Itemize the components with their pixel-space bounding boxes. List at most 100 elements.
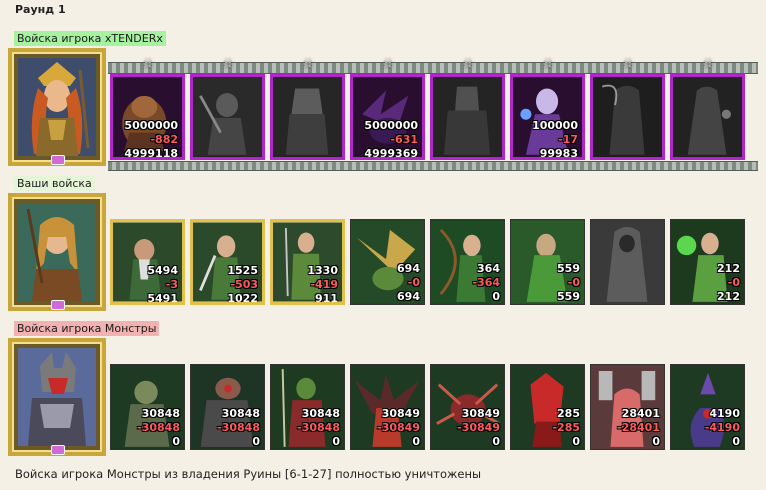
unit-count: 212: [717, 262, 740, 275]
unit-slot[interactable]: 5000000 -631 4999369: [350, 74, 425, 160]
unit-count: 30848: [301, 407, 340, 420]
unit-remaining: 0: [412, 435, 420, 448]
unit-remaining: 911: [315, 292, 338, 305]
rail-top: [108, 62, 758, 74]
unit-loss: -285: [552, 421, 580, 434]
army-row-monsters: 30848 -30848 0 30848 -30848 0 30848 -308…: [8, 338, 758, 463]
unit-loss: -0: [407, 276, 420, 289]
unit-loss: -30848: [297, 421, 340, 434]
skull-icon: ☠: [702, 57, 714, 72]
unit-remaining: 212: [717, 290, 740, 303]
unit-remaining: 0: [332, 435, 340, 448]
unit-slot[interactable]: 4190 -4190 0: [670, 364, 745, 450]
unit-count: 1330: [307, 264, 338, 277]
unit-loss: -4190: [704, 421, 740, 434]
unit-remaining: 0: [572, 435, 580, 448]
unit-remaining: 0: [732, 435, 740, 448]
unit-remaining: 0: [172, 435, 180, 448]
army-row-enemy: ☠ ☠ ☠ ☠ ☠ ☠ ☠ ☠ 5000000 -882 4999118 500…: [8, 48, 758, 173]
unit-slot[interactable]: [670, 74, 745, 160]
skull-icon: ☠: [142, 57, 154, 72]
unit-remaining: 694: [397, 290, 420, 303]
unit-remaining: 0: [492, 435, 500, 448]
unit-loss: -30849: [377, 421, 420, 434]
unit-count: 30848: [141, 407, 180, 420]
unit-slot[interactable]: [590, 74, 665, 160]
skull-icon: ☠: [382, 57, 394, 72]
unit-slot[interactable]: 212 -0 212: [670, 219, 745, 305]
battle-result-text: Войска игрока Монстры из владения Руины …: [15, 467, 482, 481]
unit-slot[interactable]: 30848 -30848 0: [190, 364, 265, 450]
unit-slot[interactable]: [590, 219, 665, 305]
hooded-mage-unit-icon: [673, 77, 742, 157]
hero-portrait[interactable]: [8, 338, 106, 456]
unit-count: 5000000: [364, 119, 418, 132]
unit-count: 1525: [227, 264, 258, 277]
unit-count: 5494: [147, 264, 178, 277]
unit-remaining: 5491: [147, 292, 178, 305]
unit-count: 30848: [221, 407, 260, 420]
unit-slot[interactable]: 30849 -30849 0: [350, 364, 425, 450]
skull-icon: ☠: [542, 57, 554, 72]
unit-slot[interactable]: [190, 74, 265, 160]
unit-loss: -30848: [137, 421, 180, 434]
unit-count: 30849: [461, 407, 500, 420]
unit-slot[interactable]: 694 -0 694: [350, 219, 425, 305]
armored-knight-unit-icon: [433, 77, 502, 157]
unit-count: 28401: [621, 407, 660, 420]
hero-portrait[interactable]: [8, 48, 106, 166]
army-label-enemy: Войска игрока xTENDERx: [14, 31, 166, 46]
unit-loss: -882: [150, 133, 178, 146]
unit-remaining: 1022: [227, 292, 258, 305]
unit-loss: -30849: [457, 421, 500, 434]
unit-slot[interactable]: 30848 -30848 0: [110, 364, 185, 450]
unit-count: 100000: [532, 119, 578, 132]
unit-loss: -364: [472, 276, 500, 289]
unit-loss: -631: [390, 133, 418, 146]
unit-loss: -0: [727, 276, 740, 289]
hero-portrait[interactable]: [8, 193, 106, 311]
unit-slot[interactable]: 5000000 -882 4999118: [110, 74, 185, 160]
werewolf-hero-portrait-icon: [18, 348, 96, 446]
unit-slot[interactable]: [430, 74, 505, 160]
unit-slot[interactable]: [270, 74, 345, 160]
unit-loss: -503: [230, 278, 258, 291]
portrait-gem: [51, 300, 65, 310]
unit-slot[interactable]: 285 -285 0: [510, 364, 585, 450]
unit-remaining: 559: [557, 290, 580, 303]
unit-slot[interactable]: 1525 -503 1022: [190, 219, 265, 305]
army-label-monsters: Войска игрока Монстры: [14, 321, 160, 336]
unit-count: 285: [557, 407, 580, 420]
unit-slot[interactable]: 28401 -28401 0: [590, 364, 665, 450]
unit-slot[interactable]: 30848 -30848 0: [270, 364, 345, 450]
unit-remaining: 4999118: [124, 147, 178, 160]
unit-slot[interactable]: 559 -0 559: [510, 219, 585, 305]
unit-loss: -30848: [217, 421, 260, 434]
unit-slot[interactable]: 30849 -30849 0: [430, 364, 505, 450]
unit-count: 694: [397, 262, 420, 275]
unit-loss: -28401: [617, 421, 660, 434]
unit-remaining: 0: [252, 435, 260, 448]
portrait-gem: [51, 445, 65, 455]
unit-slot[interactable]: 5494 -3 5491: [110, 219, 185, 305]
unit-slot[interactable]: 1330 -419 911: [270, 219, 345, 305]
unit-loss: -3: [165, 278, 178, 291]
unit-remaining: 4999369: [364, 147, 418, 160]
skull-icon: ☠: [302, 57, 314, 72]
black-knight-unit-icon: [273, 77, 342, 157]
reaper-unit-icon: [593, 77, 662, 157]
unit-slot[interactable]: 364 -364 0: [430, 219, 505, 305]
unit-slot[interactable]: 100000 -17 99983: [510, 74, 585, 160]
rail-bottom: [108, 161, 758, 171]
elf-ranger-hero-portrait-icon: [18, 203, 96, 301]
unit-remaining: 99983: [539, 147, 578, 160]
portrait-gem: [51, 155, 65, 165]
unit-count: 364: [477, 262, 500, 275]
unit-loss: -0: [567, 276, 580, 289]
unit-loss: -419: [310, 278, 338, 291]
army-label-yours: Ваши войска: [14, 176, 95, 191]
unit-count: 559: [557, 262, 580, 275]
unit-count: 5000000: [124, 119, 178, 132]
unit-remaining: 0: [492, 290, 500, 303]
unit-count: 4190: [709, 407, 740, 420]
